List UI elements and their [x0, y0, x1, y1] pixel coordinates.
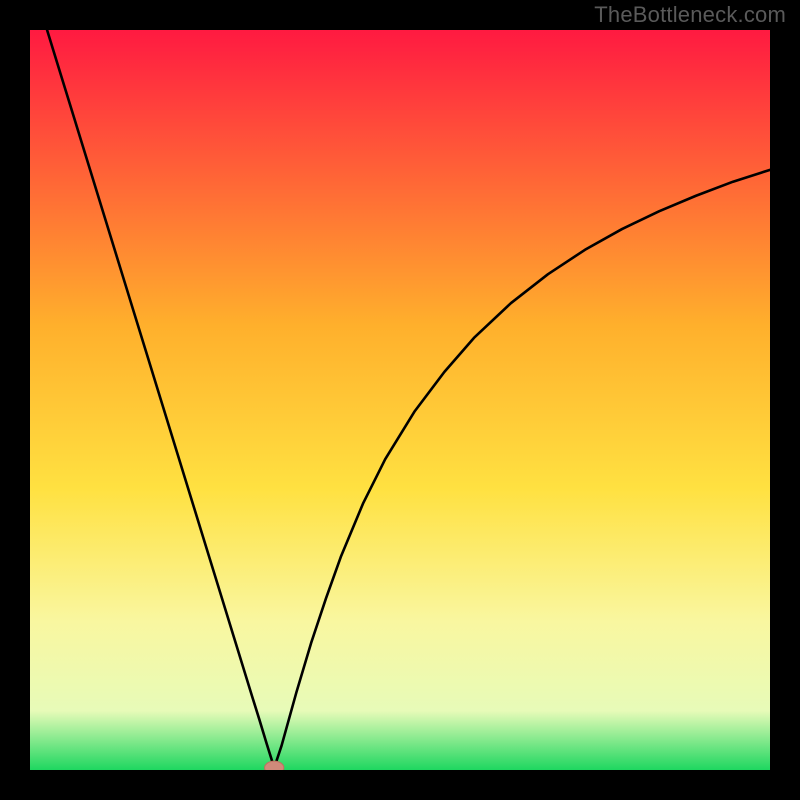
- plot-area: [30, 30, 770, 770]
- chart-svg: [30, 30, 770, 770]
- chart-container: TheBottleneck.com: [0, 0, 800, 800]
- gradient-background: [30, 30, 770, 770]
- watermark-text: TheBottleneck.com: [594, 2, 786, 28]
- optimal-point-marker: [265, 761, 284, 770]
